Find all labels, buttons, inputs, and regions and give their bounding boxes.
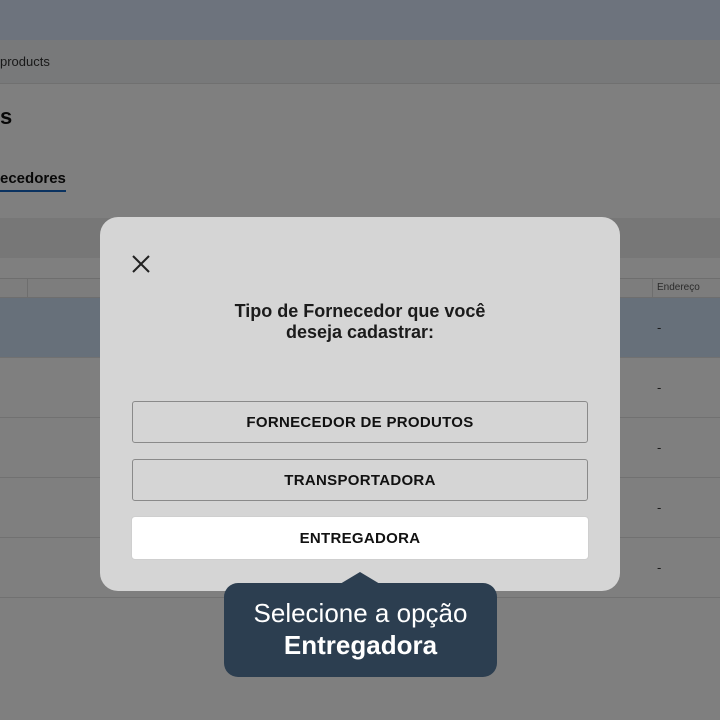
transportadora-button[interactable]: TRANSPORTADORA (132, 459, 588, 501)
entregadora-button[interactable]: ENTREGADORA (132, 517, 588, 559)
tooltip-line1: Selecione a opção (253, 598, 468, 628)
tooltip-arrow (340, 572, 380, 584)
modal-title-line2: deseja cadastrar: (285, 322, 435, 342)
modal-title: Tipo de Fornecedor que você deseja cadas… (160, 301, 560, 343)
supplier-type-modal: Tipo de Fornecedor que você deseja cadas… (100, 217, 620, 591)
modal-title-line1: Tipo de Fornecedor que você (234, 301, 486, 321)
close-icon[interactable] (126, 249, 156, 279)
tooltip-line2: Entregadora (283, 630, 438, 660)
fornecedor-de-produtos-button[interactable]: FORNECEDOR DE PRODUTOS (132, 401, 588, 443)
tutorial-tooltip: Selecione a opção Entregadora (224, 572, 497, 677)
